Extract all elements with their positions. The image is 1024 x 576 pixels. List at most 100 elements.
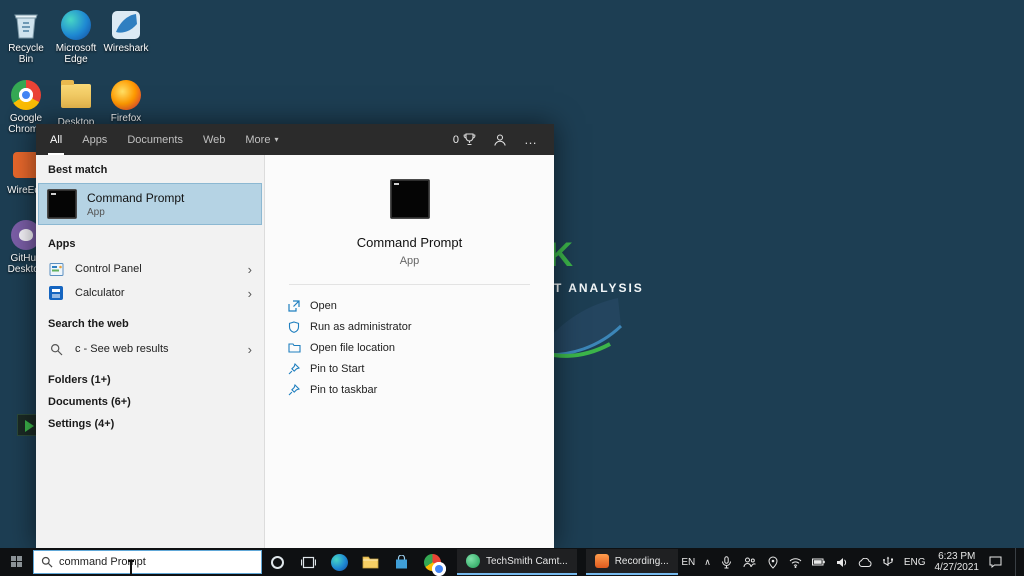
tab-apps[interactable]: Apps	[72, 124, 117, 155]
search-header: All Apps Documents Web More ▾ 0 …	[36, 124, 554, 155]
apps-header: Apps	[48, 238, 76, 250]
result-calculator[interactable]: Calculator ›	[36, 281, 264, 305]
desktop-icon-wireshark[interactable]: Wireshark	[100, 10, 152, 54]
calculator-icon	[48, 285, 64, 301]
input-language[interactable]: ENG	[904, 557, 926, 568]
action-label: Open file location	[310, 341, 395, 354]
start-button[interactable]	[0, 548, 33, 576]
tab-label: More	[245, 133, 271, 146]
action-pin-to-start[interactable]: Pin to Start	[287, 358, 554, 379]
edge-icon	[331, 553, 348, 571]
taskbar-file-explorer-button[interactable]	[355, 548, 386, 576]
tab-label: Apps	[82, 133, 108, 146]
best-match-item[interactable]: Command Prompt App	[38, 183, 262, 225]
group-label: Settings (4+)	[48, 418, 115, 430]
firefox-icon	[111, 80, 141, 110]
preview-title: Command Prompt	[356, 235, 463, 250]
wifi-icon[interactable]	[789, 555, 803, 569]
action-label: Run as administrator	[310, 320, 412, 333]
caret-down-icon: ▾	[274, 135, 279, 144]
taskbar-clock[interactable]: 6:23 PM 4/27/2021	[935, 551, 980, 573]
chevron-right-icon: ›	[247, 261, 252, 277]
wireshark-icon	[111, 10, 141, 40]
folder-icon	[61, 80, 91, 114]
recording-icon	[594, 554, 609, 568]
taskbar-store-button[interactable]	[386, 548, 417, 576]
desktop-icon-label: Microsoft Edge	[55, 43, 97, 65]
taskbar-search-box[interactable]	[33, 550, 262, 574]
action-open-file-location[interactable]: Open file location	[287, 337, 554, 358]
store-icon	[396, 554, 407, 568]
more-options-icon[interactable]: …	[524, 132, 538, 147]
desktop-icon-recycle-bin[interactable]: Recycle Bin	[0, 10, 52, 65]
search-input[interactable]	[59, 556, 244, 568]
rewards-button[interactable]: 0	[453, 133, 476, 146]
tab-label: All	[50, 133, 63, 146]
tab-documents[interactable]: Documents	[117, 124, 193, 155]
task-view-button[interactable]	[293, 548, 324, 576]
search-icon	[48, 341, 64, 357]
wallpaper-subtitle-text: T ANALYSIS	[554, 281, 644, 295]
action-label: Pin to Start	[310, 362, 365, 375]
result-label: Calculator	[75, 287, 125, 299]
clock-date: 4/27/2021	[934, 562, 980, 573]
group-documents[interactable]: Documents (6+)	[36, 391, 264, 413]
system-tray: EN ∧ ENG 6:23 PM 4/27/2021	[681, 548, 1024, 576]
desktop: RK T ANALYSIS Recycle Bin Microsoft Edge…	[0, 0, 1024, 576]
control-panel-icon	[48, 261, 64, 277]
trophy-icon	[463, 133, 476, 146]
usb-icon[interactable]	[881, 555, 895, 569]
result-label: Control Panel	[75, 263, 142, 275]
search-flyout: All Apps Documents Web More ▾ 0 … Best m…	[36, 124, 554, 548]
action-run-as-administrator[interactable]: Run as administrator	[287, 316, 554, 337]
mic-icon[interactable]	[720, 555, 734, 569]
desktop-icon-label: Wireshark	[103, 43, 149, 54]
action-pin-to-taskbar[interactable]: Pin to taskbar	[287, 379, 554, 400]
command-prompt-icon-large	[389, 179, 430, 219]
input-language-short[interactable]: EN	[681, 557, 695, 568]
account-icon[interactable]	[493, 133, 507, 147]
edge-icon	[61, 10, 91, 40]
location-icon[interactable]	[766, 555, 780, 569]
chrome-icon	[424, 553, 446, 576]
taskbar-window-techsmith[interactable]: TechSmith Camt...	[457, 549, 577, 575]
hidden-icons-chevron[interactable]: ∧	[704, 557, 711, 568]
tab-all[interactable]: All	[40, 124, 72, 155]
action-center-icon[interactable]	[988, 555, 1002, 569]
window-button-label: TechSmith Camt...	[486, 555, 568, 567]
group-folders[interactable]: Folders (1+)	[36, 369, 264, 391]
group-settings[interactable]: Settings (4+)	[36, 413, 264, 435]
action-open[interactable]: Open	[287, 295, 554, 316]
desktop-icon-microsoft-edge[interactable]: Microsoft Edge	[50, 10, 102, 65]
battery-icon[interactable]	[812, 555, 826, 569]
result-control-panel[interactable]: Control Panel ›	[36, 257, 264, 281]
result-label: c - See web results	[75, 343, 169, 355]
window-button-label: Recording...	[614, 555, 669, 567]
tab-web[interactable]: Web	[193, 124, 235, 155]
windows-logo-icon	[10, 556, 23, 568]
cortana-icon	[271, 555, 284, 569]
taskbar-edge-button[interactable]	[324, 548, 355, 576]
task-view-icon	[301, 556, 316, 568]
taskbar-chrome-button[interactable]	[417, 548, 448, 576]
action-label: Pin to taskbar	[310, 383, 378, 396]
result-web-search[interactable]: c - See web results ›	[36, 337, 264, 361]
search-the-web-header: Search the web	[48, 318, 129, 330]
tab-label: Documents	[127, 133, 183, 146]
search-preview-pane: Command Prompt App Open Run as administr…	[265, 155, 554, 548]
tab-more[interactable]: More ▾	[235, 124, 288, 155]
command-prompt-icon	[47, 189, 77, 219]
group-label: Folders (1+)	[48, 374, 111, 386]
shield-icon	[287, 320, 301, 334]
chrome-icon	[11, 80, 41, 110]
show-desktop-button[interactable]	[1015, 548, 1020, 576]
rewards-count: 0	[452, 133, 459, 146]
search-tabs: All Apps Documents Web More ▾	[36, 124, 288, 155]
people-icon[interactable]	[743, 555, 757, 569]
taskbar-window-recording[interactable]: Recording...	[585, 549, 678, 575]
chevron-right-icon: ›	[247, 285, 252, 301]
file-explorer-icon	[362, 556, 379, 569]
cortana-button[interactable]	[262, 548, 293, 576]
onedrive-icon[interactable]	[858, 555, 872, 569]
volume-icon[interactable]	[835, 555, 849, 569]
